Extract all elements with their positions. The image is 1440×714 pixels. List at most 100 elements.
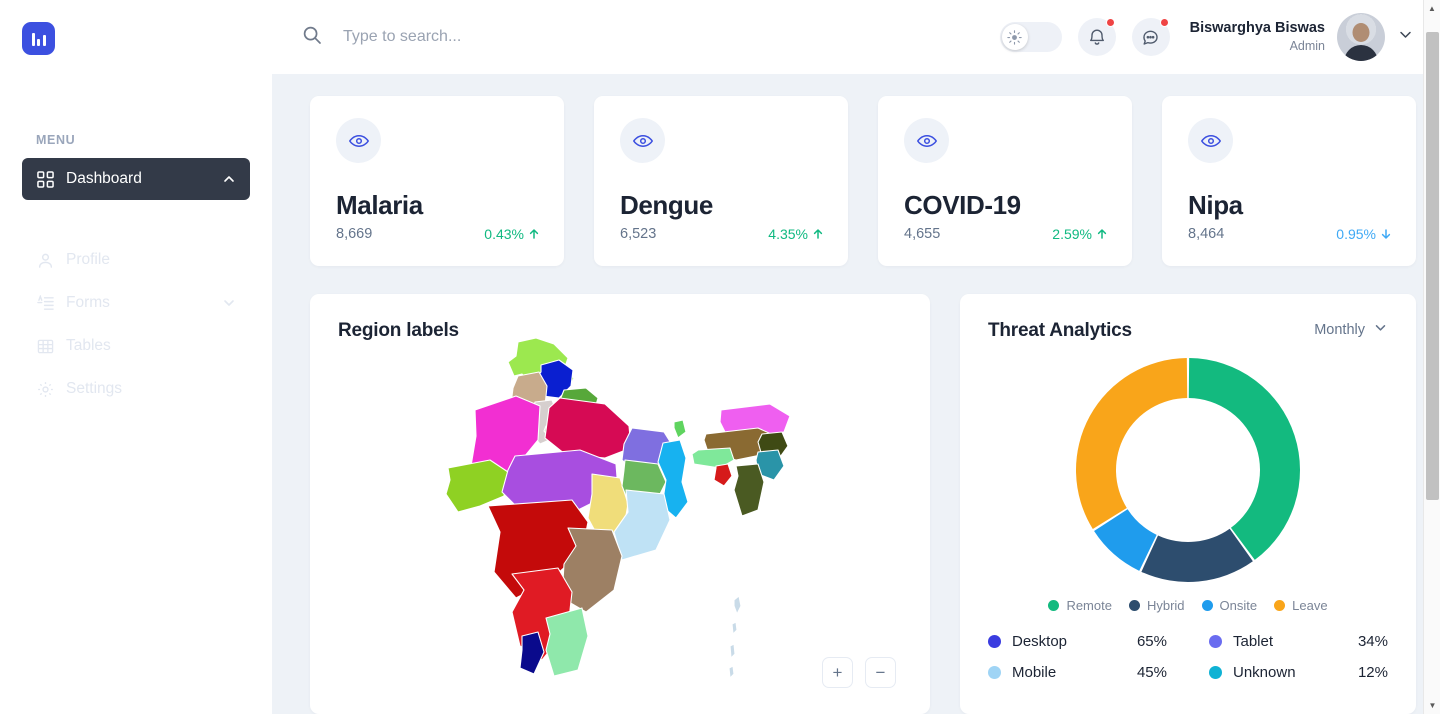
sidebar-item-profile[interactable]: Profile (22, 239, 250, 281)
menu-section-label: MENU (36, 133, 76, 147)
legend-label: Leave (1292, 598, 1328, 613)
stat-title: COVID-19 (904, 190, 1021, 220)
table-icon (36, 337, 54, 355)
topbar-actions: Biswarghya Biswas Admin (999, 13, 1414, 61)
user-menu[interactable]: Biswarghya Biswas Admin (1190, 13, 1414, 61)
device-stats-grid: Desktop 65% Tablet 34% Mobile 45% Unknown 12% (988, 633, 1388, 681)
map-zoom-out-button[interactable]: − (865, 657, 896, 688)
stat-row: 6,523 4.35% (620, 226, 824, 242)
device-value: 65% (1136, 633, 1167, 650)
device-row-unknown: Unknown 12% (1209, 664, 1388, 681)
dashboard-app: MENU Dashboard Profile Forms Tables Sett… (0, 0, 1440, 714)
messages-button[interactable] (1131, 18, 1170, 56)
india-map-svg (445, 338, 791, 679)
eye-icon (620, 118, 665, 163)
topbar: Biswarghya Biswas Admin (272, 0, 1440, 74)
stat-row: 8,464 0.95% (1188, 226, 1392, 242)
device-dot (1209, 666, 1222, 679)
legend-item-hybrid[interactable]: Hybrid (1128, 598, 1185, 613)
sun-icon (1001, 24, 1028, 50)
sidebar-item-settings[interactable]: Settings (22, 368, 250, 410)
device-value: 45% (1136, 664, 1167, 681)
map-zoom-controls: + − (822, 657, 896, 688)
sidebar-item-label: Settings (66, 380, 123, 397)
donut-segment-remote[interactable] (1188, 358, 1300, 560)
device-label: Tablet (1233, 633, 1274, 650)
content-area: Malaria 8,669 0.43% Dengue 6,523 4.35% C… (272, 74, 1440, 714)
user-info: Biswarghya Biswas Admin (1190, 19, 1325, 54)
stat-delta: 2.59% (1052, 226, 1108, 242)
stat-delta-value: 0.95% (1336, 226, 1376, 242)
stat-value: 6,523 (620, 226, 657, 242)
chevron-down-icon[interactable] (1397, 26, 1414, 48)
device-dot (988, 666, 1001, 679)
panel-title: Threat Analytics (988, 320, 1132, 341)
chevron-down-icon (1373, 320, 1388, 339)
stat-value: 8,464 (1188, 226, 1225, 242)
gear-icon (36, 380, 54, 398)
theme-toggle[interactable] (999, 22, 1062, 52)
chart-legend: Remote Hybrid Onsite Leave (988, 598, 1388, 613)
sidebar-nav: Dashboard Profile Forms Tables Settings (0, 158, 272, 410)
donut-segment-leave[interactable] (1076, 358, 1188, 530)
period-selector[interactable]: Monthly (1314, 320, 1388, 339)
legend-label: Hybrid (1146, 598, 1185, 613)
stat-row: 8,669 0.43% (336, 226, 540, 242)
stat-row: 4,655 2.59% (904, 226, 1108, 242)
stat-value: 8,669 (336, 226, 373, 242)
region-labels-panel: Region labels + − (310, 294, 930, 714)
stat-card-malaria[interactable]: Malaria 8,669 0.43% (310, 96, 564, 266)
device-dot (988, 635, 1001, 648)
user-name: Biswarghya Biswas (1189, 20, 1325, 37)
stat-title: Dengue (620, 190, 713, 220)
grid-icon (36, 170, 54, 188)
device-value: 34% (1357, 633, 1388, 650)
notifications-button[interactable] (1077, 18, 1116, 56)
device-row-mobile: Mobile 45% (988, 664, 1167, 681)
sidebar-item-tables[interactable]: Tables (22, 325, 250, 367)
search-bar[interactable] (302, 25, 986, 50)
sidebar-item-forms[interactable]: Forms (22, 282, 250, 324)
panels-row: Region labels + − Threat Analytics Month… (310, 294, 1416, 714)
stat-card-covid-19[interactable]: COVID-19 4,655 2.59% (878, 96, 1132, 266)
stat-delta: 0.95% (1336, 226, 1392, 242)
device-label: Desktop (1012, 633, 1068, 650)
legend-dot (1128, 600, 1140, 611)
user-role: Admin (1289, 39, 1325, 54)
scroll-thumb[interactable] (1426, 32, 1439, 500)
stat-delta: 4.35% (768, 226, 824, 242)
notification-badge (1105, 18, 1115, 27)
search-icon (302, 25, 322, 50)
stat-title: Nipa (1188, 190, 1243, 220)
chart-header: Threat Analytics Monthly (988, 320, 1388, 342)
scroll-up-arrow[interactable]: ▲ (1424, 0, 1440, 17)
stat-card-nipa[interactable]: Nipa 8,464 0.95% (1162, 96, 1416, 266)
threat-analytics-panel: Threat Analytics Monthly Remote Hybrid Ons… (960, 294, 1416, 714)
donut-chart[interactable] (988, 356, 1388, 584)
scroll-down-arrow[interactable]: ▼ (1424, 697, 1440, 714)
stat-card-dengue[interactable]: Dengue 6,523 4.35% (594, 96, 848, 266)
page-scrollbar[interactable]: ▲ ▼ (1423, 0, 1440, 714)
stat-delta-value: 2.59% (1052, 226, 1092, 242)
legend-item-remote[interactable]: Remote (1048, 598, 1112, 613)
legend-label: Onsite (1219, 598, 1258, 613)
legend-item-leave[interactable]: Leave (1274, 598, 1328, 613)
eye-icon (1188, 118, 1233, 163)
arrow-up-icon (1097, 229, 1107, 239)
map-zoom-in-button[interactable]: + (822, 657, 853, 688)
eye-icon (336, 118, 381, 163)
form-icon (36, 294, 54, 312)
legend-dot (1048, 600, 1060, 611)
sidebar-item-dashboard[interactable]: Dashboard (22, 158, 250, 200)
logo-wrap[interactable] (0, 0, 272, 55)
bar-chart-logo[interactable] (22, 22, 55, 55)
legend-item-onsite[interactable]: Onsite (1201, 598, 1258, 613)
main-area: Biswarghya Biswas Admin (272, 0, 1440, 714)
avatar (1337, 13, 1385, 61)
search-input[interactable] (343, 28, 683, 46)
device-dot (1209, 635, 1222, 648)
period-label: Monthly (1314, 321, 1365, 338)
message-badge (1159, 18, 1169, 27)
user-icon (36, 251, 54, 269)
donut-segment-hybrid[interactable] (1141, 528, 1253, 582)
